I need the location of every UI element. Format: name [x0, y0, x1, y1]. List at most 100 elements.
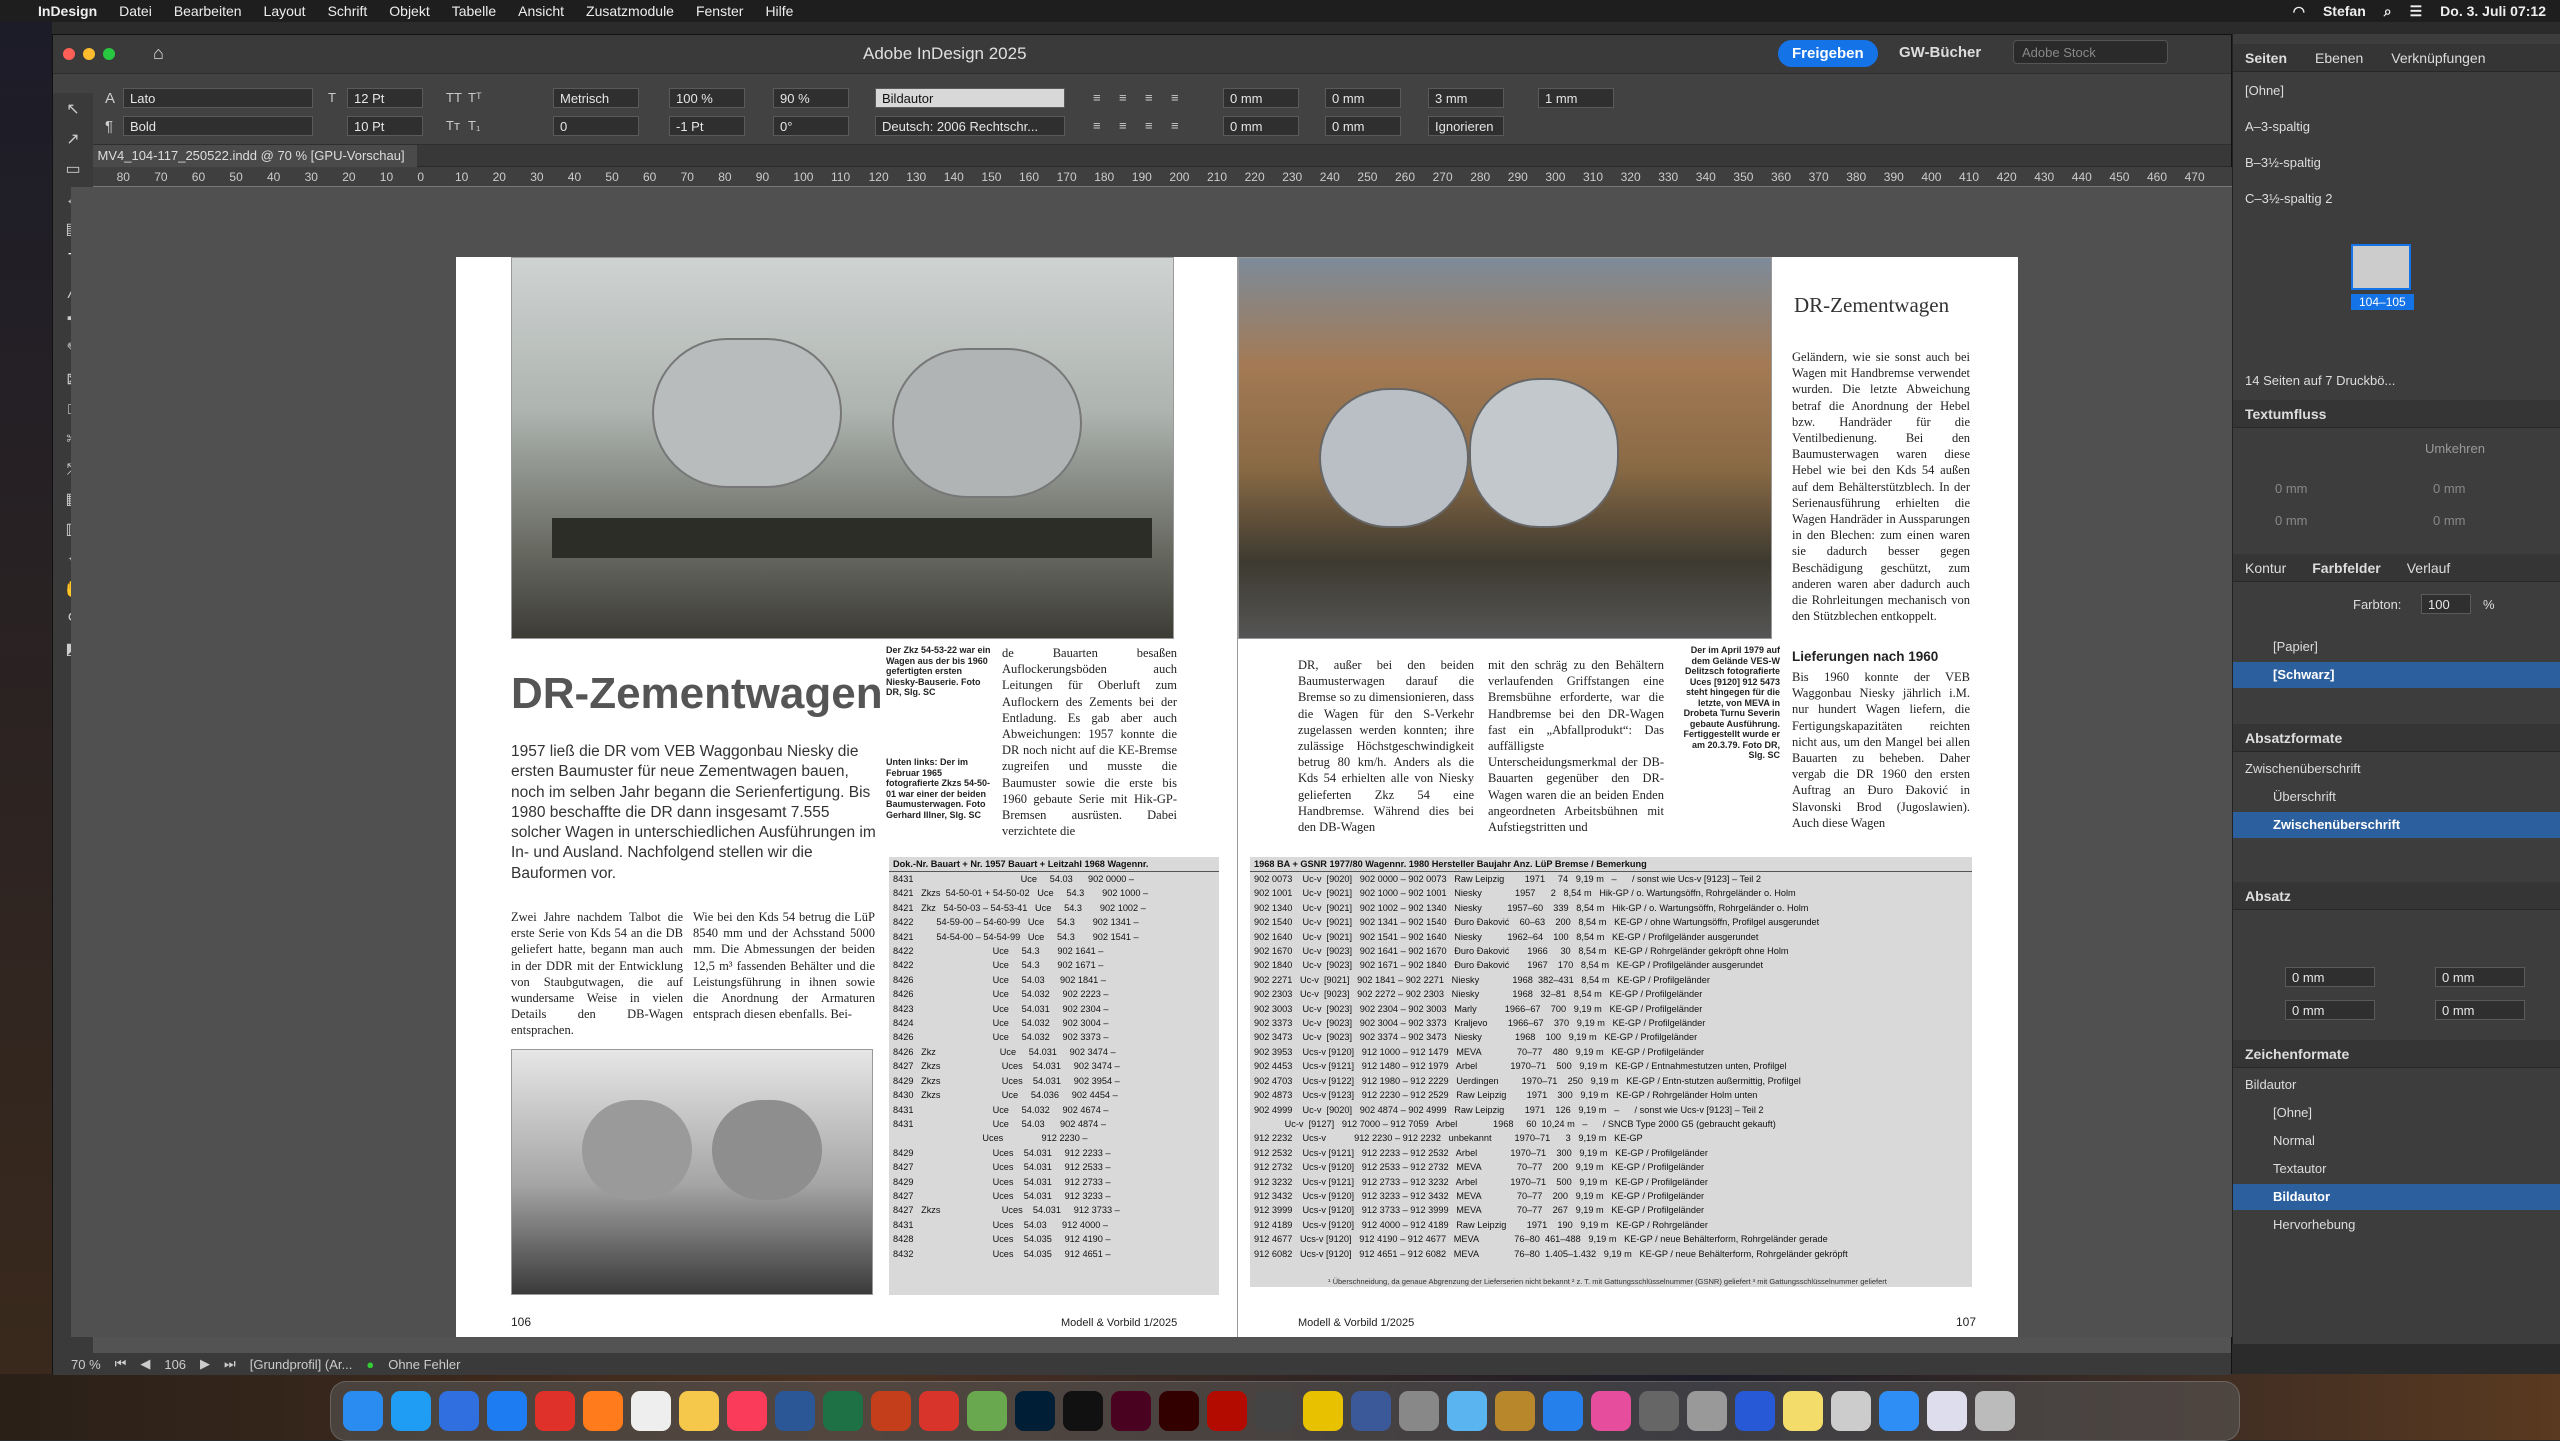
tab-farbfelder[interactable]: Farbfelder [2312, 560, 2380, 576]
menu-datei[interactable]: Datei [119, 3, 152, 19]
charstyle-textautor[interactable]: Textautor [2233, 1156, 2560, 1182]
menu-fenster[interactable]: Fenster [696, 3, 743, 19]
font-style-field[interactable]: Bold [123, 116, 313, 136]
character-styles-head[interactable]: Zeichenformate [2233, 1040, 2560, 1068]
share-button[interactable]: Freigeben [1778, 40, 1878, 67]
grid-align-select[interactable]: Ignorieren [1428, 116, 1504, 136]
photos-icon[interactable] [679, 1391, 719, 1431]
app-icon-silver[interactable] [1687, 1391, 1727, 1431]
page-nav-prev-icon[interactable]: ◀ [140, 1356, 150, 1372]
document-tab[interactable]: ✕ MV4_104-117_250522.indd @ 70 % [GPU-Vo… [71, 145, 417, 167]
spread-thumbnail[interactable] [2351, 244, 2411, 290]
app-store-icon[interactable] [391, 1391, 431, 1431]
excel-icon[interactable] [823, 1391, 863, 1431]
master-a[interactable]: A–3-spaltig [2233, 114, 2560, 140]
menu-objekt[interactable]: Objekt [389, 3, 429, 19]
zoom-field[interactable]: 70 % [71, 1357, 101, 1372]
mail-icon[interactable] [1879, 1391, 1919, 1431]
space-before-field[interactable]: 3 mm [1428, 88, 1504, 108]
photo-uces-color[interactable] [1238, 257, 1772, 639]
photoshop-icon[interactable] [1015, 1391, 1055, 1431]
minimize-window-button[interactable] [83, 48, 95, 60]
tracking-field[interactable]: 0 [553, 116, 639, 136]
selection-tool-icon[interactable]: ↖ [59, 97, 87, 123]
word-icon[interactable] [775, 1391, 815, 1431]
charstyle-hervorhebung[interactable]: Hervorhebung [2233, 1212, 2560, 1238]
photo-zkz-cement-car-color[interactable] [511, 257, 1174, 639]
superscript-icon[interactable]: Tᵀ [468, 90, 482, 105]
photo-zkzs-bw[interactable] [511, 1049, 873, 1295]
safari-icon[interactable] [487, 1391, 527, 1431]
page-nav-first-icon[interactable]: ⏮ [115, 1356, 127, 1372]
vertical-scale-field[interactable]: 100 % [669, 88, 745, 108]
justify-all-icon[interactable]: ≡ [1171, 118, 1179, 133]
adobe-stock-search[interactable]: Adobe Stock [2013, 40, 2168, 64]
zoom-window-button[interactable] [103, 48, 115, 60]
app-icon-brown[interactable] [1495, 1391, 1535, 1431]
space-after-field[interactable]: 1 mm [1538, 88, 1614, 108]
swatch-paper[interactable]: [Papier] [2233, 634, 2560, 660]
calendar-icon[interactable] [631, 1391, 671, 1431]
horizontal-ruler[interactable]: 9080706050403020100102030405060708090100… [71, 167, 2233, 187]
page-nav-next-icon[interactable]: ▶ [200, 1356, 210, 1372]
allcaps-icon[interactable]: TT [446, 90, 462, 105]
home-icon[interactable]: ⌂ [153, 43, 164, 64]
para-left-indent-field[interactable]: 0 mm [2285, 967, 2375, 987]
app-icon-lightblue[interactable] [1447, 1391, 1487, 1431]
parastyle-ueberschrift[interactable]: Überschrift [2233, 784, 2560, 810]
opera-icon[interactable] [535, 1391, 575, 1431]
acrobat-icon[interactable] [1207, 1391, 1247, 1431]
illustrator-icon[interactable] [1159, 1391, 1199, 1431]
close-window-button[interactable] [63, 48, 75, 60]
page-field[interactable]: 106 [164, 1357, 186, 1372]
menu-schrift[interactable]: Schrift [328, 3, 368, 19]
kerning-field[interactable]: Metrisch [553, 88, 639, 108]
page-107[interactable]: DR-Zementwagen Geländern, wie sie sonst … [1237, 257, 2018, 1337]
font-size-field[interactable]: 12 Pt [347, 88, 423, 108]
skew-field[interactable]: 0° [773, 116, 849, 136]
notes-icon[interactable] [1783, 1391, 1823, 1431]
downloads-folder-icon[interactable] [1927, 1391, 1967, 1431]
search-icon[interactable]: ⌕ [2384, 3, 2392, 20]
baseline-shift-field[interactable]: -1 Pt [669, 116, 745, 136]
data-table-left[interactable]: Dok.-Nr. Bauart + Nr. 1957 Bauart + Leit… [889, 857, 1219, 1295]
control-center-icon[interactable]: ☰ [2410, 3, 2423, 20]
direct-selection-tool-icon[interactable]: ↗ [59, 127, 87, 153]
app-icon-pink[interactable] [1591, 1391, 1631, 1431]
preflight-profile[interactable]: [Grundprofil] (Ar... [250, 1357, 353, 1372]
music-icon[interactable] [727, 1391, 767, 1431]
migration-icon[interactable] [439, 1391, 479, 1431]
app-icon-blue2[interactable] [1543, 1391, 1583, 1431]
wrap-invert-checkbox[interactable]: Umkehren [2233, 436, 2560, 462]
justify-last-right-icon[interactable]: ≡ [1145, 118, 1153, 133]
pasteboard[interactable]: Der Zkz 54-53-22 war ein Wagen aus der b… [71, 187, 2233, 1337]
left-indent-field[interactable]: 0 mm [1223, 88, 1299, 108]
para-last-indent-field[interactable]: 0 mm [2435, 1000, 2525, 1020]
indesign-icon[interactable] [1111, 1391, 1151, 1431]
finder-icon[interactable] [343, 1391, 383, 1431]
menu-layout[interactable]: Layout [264, 3, 306, 19]
trash-icon[interactable] [1975, 1391, 2015, 1431]
swatch-black[interactable]: [Schwarz] [2233, 662, 2560, 688]
menu-ansicht[interactable]: Ansicht [518, 3, 564, 19]
language-select[interactable]: Deutsch: 2006 Rechtschr... [875, 116, 1065, 136]
charstyle-normal[interactable]: Normal [2233, 1128, 2560, 1154]
parastyle-zwischenueberschrift[interactable]: Zwischenüberschrift [2233, 812, 2560, 838]
tab-verknuepfungen[interactable]: Verknüpfungen [2391, 50, 2485, 66]
app-icon-green[interactable] [967, 1391, 1007, 1431]
firefox-icon[interactable] [583, 1391, 623, 1431]
tab-verlauf[interactable]: Verlauf [2407, 560, 2451, 576]
page-nav-last-icon[interactable]: ⏭ [224, 1356, 236, 1372]
app-icon-gray[interactable] [1255, 1391, 1295, 1431]
paragraph-panel-head[interactable]: Absatz [2233, 882, 2560, 910]
menubar-clock[interactable]: Do. 3. Juli 07:12 [2440, 3, 2546, 19]
textflow-panel-head[interactable]: Textumfluss [2233, 400, 2560, 428]
justify-last-left-icon[interactable]: ≡ [1093, 118, 1101, 133]
leading-field[interactable]: 10 Pt [347, 116, 423, 136]
align-right-icon[interactable]: ≡ [1145, 90, 1153, 105]
powerpoint-icon[interactable] [871, 1391, 911, 1431]
justify-last-center-icon[interactable]: ≡ [1119, 118, 1127, 133]
right-indent-field[interactable]: 0 mm [1325, 88, 1401, 108]
first-line-indent-field[interactable]: 0 mm [1223, 116, 1299, 136]
app-icon-m[interactable] [1735, 1391, 1775, 1431]
